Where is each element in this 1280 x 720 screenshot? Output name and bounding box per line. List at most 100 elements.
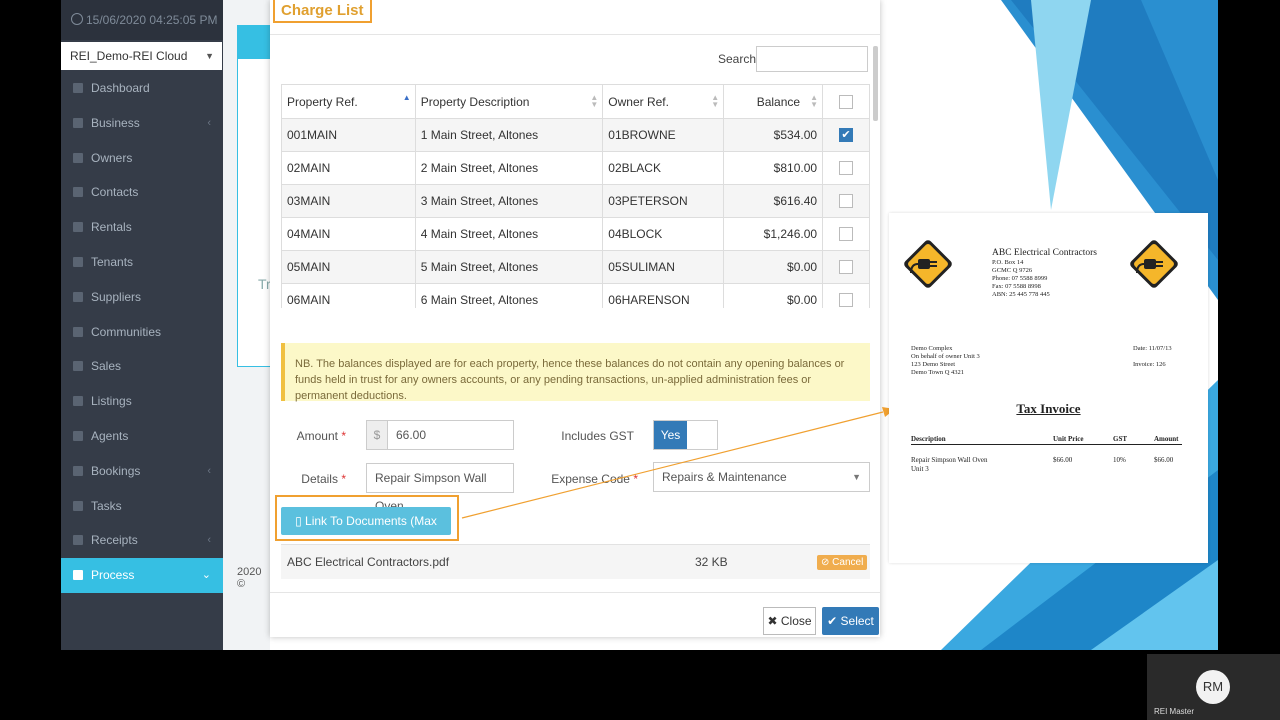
cell-property-ref: 03MAIN: [281, 184, 416, 218]
sidebar-item-tenants[interactable]: Tenants: [61, 245, 223, 280]
expense-code-label: Expense Code *: [551, 472, 638, 486]
cell-select: [822, 151, 870, 185]
cell-owner-ref: 06HARENSON: [602, 283, 725, 308]
presenter-tile: RM REI Master: [1147, 654, 1280, 720]
charge-table: Property Ref. ▲ Property Description ▲ ▼ Ow…: [281, 84, 870, 308]
sidebar-item-owners[interactable]: Owners: [61, 141, 223, 176]
sidebar-item-sales[interactable]: Sales: [61, 349, 223, 384]
sort-icon: ▲ ▼: [711, 93, 720, 109]
invoice-company-block: ABC Electrical Contractors P.O. Box 14 G…: [992, 248, 1097, 299]
row-checkbox[interactable]: [839, 227, 854, 242]
column-header-owner-ref[interactable]: Owner Ref. ▲ ▼: [602, 84, 725, 119]
table-row[interactable]: 06MAIN 6 Main Street, Altones 06HARENSON $0…: [281, 283, 870, 308]
chevron-left-icon: ‹: [207, 534, 211, 547]
row-checkbox[interactable]: [839, 260, 854, 275]
sidebar-item-label: Business: [91, 115, 140, 130]
cancel-icon: ⊘: [821, 557, 830, 568]
cancel-upload-button[interactable]: ⊘ Cancel: [817, 555, 868, 570]
sidebar-item-agents[interactable]: Agents: [61, 419, 223, 454]
link-documents-button[interactable]: ▯ Link To Documents (Max 30MB): [281, 507, 451, 556]
cell-property-ref: 06MAIN: [281, 283, 416, 308]
sidebar-item-business[interactable]: Business ‹: [61, 106, 223, 141]
table-row[interactable]: 05MAIN 5 Main Street, Altones 05SULIMAN $0.…: [281, 250, 870, 284]
sidebar-item-bookings[interactable]: Bookings ‹: [61, 454, 223, 489]
modal-footer-divider: [270, 592, 880, 593]
sidebar-item-label: Rentals: [91, 220, 132, 235]
table-row[interactable]: 02MAIN 2 Main Street, Altones 02BLACK $810.…: [281, 151, 870, 185]
sidebar-item-label: Bookings: [91, 463, 141, 478]
search-input[interactable]: [756, 46, 868, 72]
sidebar-item-communities[interactable]: Communities: [61, 315, 223, 350]
column-header-select-all[interactable]: [822, 84, 870, 119]
close-button[interactable]: ✖ Close: [763, 607, 816, 635]
row-checkbox[interactable]: [839, 161, 854, 176]
cell-select: [822, 283, 870, 308]
chevron-left-icon: ‹: [207, 116, 211, 129]
table-row[interactable]: 03MAIN 3 Main Street, Altones 03PETERSON $6…: [281, 184, 870, 218]
row-checkbox[interactable]: [839, 293, 854, 308]
wrench-icon: [73, 291, 83, 302]
sidebar-item-rentals[interactable]: Rentals: [61, 210, 223, 245]
agent-icon: [73, 430, 83, 441]
cell-property-description: 3 Main Street, Altones: [414, 184, 604, 218]
table-scrollbar[interactable]: [873, 46, 878, 121]
charge-table-wrapper[interactable]: Property Ref. ▲ Property Description ▲ ▼ Ow…: [281, 84, 871, 308]
dashboard-icon: [73, 83, 83, 93]
sidebar-item-label: Listings: [91, 394, 132, 409]
background-card: [237, 25, 272, 367]
file-icon: ▯: [295, 514, 302, 528]
electrical-plug-icon: [1130, 240, 1178, 288]
flask-icon: [73, 570, 83, 581]
sidebar-item-listings[interactable]: Listings: [61, 384, 223, 419]
gst-toggle[interactable]: Yes: [653, 420, 718, 450]
cell-owner-ref: 05SULIMAN: [602, 250, 725, 284]
sidebar-datetime: 15/06/2020 04:25:05 PM: [61, 0, 223, 40]
recipient-line: 123 Demo Street: [911, 361, 956, 368]
chevron-down-icon: ▼: [205, 51, 214, 61]
details-label: Details *: [301, 472, 346, 486]
sidebar-item-label: Suppliers: [91, 289, 142, 304]
select-button[interactable]: ✔ Select: [822, 607, 879, 635]
expense-code-select[interactable]: Repairs & Maintenance ▼: [653, 462, 870, 492]
cell-property-ref: 001MAIN: [281, 118, 416, 152]
sidebar-item-tasks[interactable]: Tasks: [61, 489, 223, 524]
dollar-icon: [73, 361, 83, 372]
column-header-property-description[interactable]: Property Description ▲ ▼: [414, 84, 604, 119]
sidebar-item-receipts[interactable]: Receipts ‹: [61, 523, 223, 558]
select-all-checkbox[interactable]: [839, 94, 854, 109]
invoice-company-name: ABC Electrical Contractors: [992, 248, 1097, 258]
invoice-header-rule: [911, 444, 1182, 445]
invoice-title: Tax Invoice: [1016, 401, 1081, 416]
invoice-line-amount: $66.00: [1154, 456, 1174, 464]
sidebar-item-process[interactable]: Process ⌄: [61, 558, 223, 593]
invoice-address-line: ABN: 25 445 778 445: [992, 291, 1050, 298]
amount-label: Amount *: [296, 429, 346, 443]
sidebar-item-label: Agents: [91, 428, 129, 443]
cell-property-description: 5 Main Street, Altones: [414, 250, 604, 284]
invoice-line-description: Repair Simpson Wall Oven Unit 3: [911, 456, 988, 473]
cell-balance: $1,246.00: [723, 217, 824, 251]
table-row[interactable]: 04MAIN 4 Main Street, Altones 04BLOCK $1,24…: [281, 217, 870, 251]
column-header-property-ref[interactable]: Property Ref. ▲: [281, 84, 416, 119]
column-header-balance[interactable]: Balance ▲ ▼: [723, 84, 824, 119]
account-select[interactable]: REI_Demo-REI Cloud ▼: [61, 42, 222, 70]
cell-balance: $0.00: [723, 283, 824, 308]
details-input[interactable]: Repair Simpson Wall Oven: [366, 463, 514, 513]
table-row[interactable]: 001MAIN 1 Main Street, Altones 01BROWNE $53…: [281, 118, 870, 152]
amount-input[interactable]: 66.00: [387, 420, 514, 450]
cell-owner-ref: 04BLOCK: [602, 217, 725, 251]
sidebar-item-suppliers[interactable]: Suppliers: [61, 280, 223, 315]
sidebar-item-dashboard[interactable]: Dashboard: [61, 71, 223, 106]
cell-select: [822, 217, 870, 251]
invoice-number: Invoice: 126: [1133, 361, 1166, 368]
recipient-line: On behalf of owner Unit 3: [911, 353, 980, 360]
close-icon: ✖: [767, 614, 778, 628]
signpost-icon: [73, 396, 83, 407]
invoice-address-line: GCMC Q 9726: [992, 267, 1033, 274]
background-footer: 2020 ©: [237, 566, 262, 590]
sidebar-item-contacts[interactable]: Contacts: [61, 175, 223, 210]
balance-notice: NB. The balances displayed are for each …: [281, 343, 870, 402]
row-checkbox[interactable]: [839, 194, 854, 209]
row-checkbox[interactable]: ✔: [839, 128, 854, 143]
clock-icon: [71, 13, 83, 25]
